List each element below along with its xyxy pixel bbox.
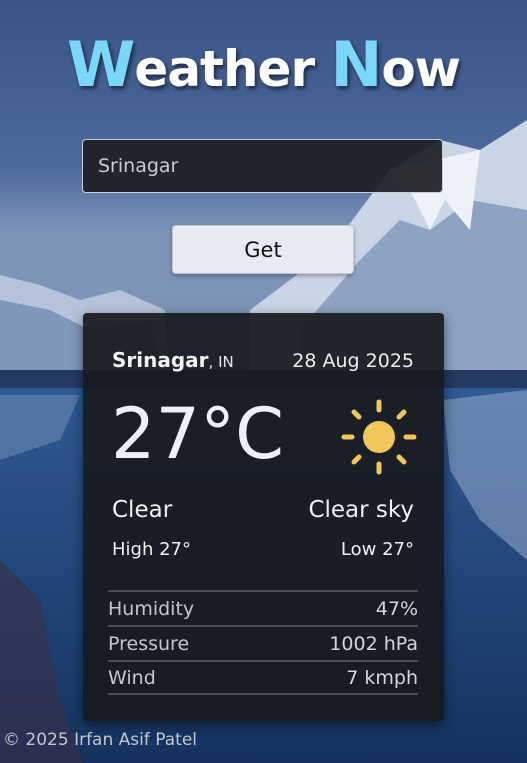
condition-label: Clear (112, 497, 173, 523)
country-code: , IN (208, 353, 234, 371)
city-name: Srinagar, IN (112, 348, 234, 372)
humidity-label: Humidity (108, 597, 195, 620)
temperature-value: 27°C (111, 393, 284, 475)
wind-label: Wind (108, 666, 156, 689)
pressure-value: 1002 hPa (329, 632, 418, 655)
title-letter-n: N (330, 28, 383, 101)
title-text-ow: ow (381, 40, 461, 98)
date-label: 28 Aug 2025 (292, 350, 414, 372)
stat-row-humidity: Humidity 47% (108, 590, 418, 625)
wind-value: 7 kmph (346, 666, 418, 689)
sun-icon (341, 399, 417, 475)
stat-row-pressure: Pressure 1002 hPa (108, 625, 418, 660)
description-label: Clear sky (308, 497, 414, 523)
city-search-input[interactable] (82, 139, 443, 193)
title-letter-w: W (67, 28, 135, 101)
high-temperature: High 27° (112, 539, 191, 560)
get-weather-button[interactable]: Get (172, 225, 354, 274)
low-temperature: Low 27° (340, 539, 414, 560)
stat-row-wind: Wind 7 kmph (108, 660, 418, 695)
humidity-value: 47% (375, 597, 418, 620)
app-title: Weather Now (0, 28, 527, 101)
city-label: Srinagar (112, 348, 209, 372)
weather-stats: Humidity 47% Pressure 1002 hPa Wind 7 km… (108, 590, 418, 695)
pressure-label: Pressure (108, 632, 190, 655)
weather-card: Srinagar, IN 28 Aug 2025 27°C Clear Clea… (83, 313, 444, 721)
footer-copyright: © 2025 Irfan Asif Patel (3, 730, 198, 750)
title-text-eather: eather (134, 40, 331, 98)
